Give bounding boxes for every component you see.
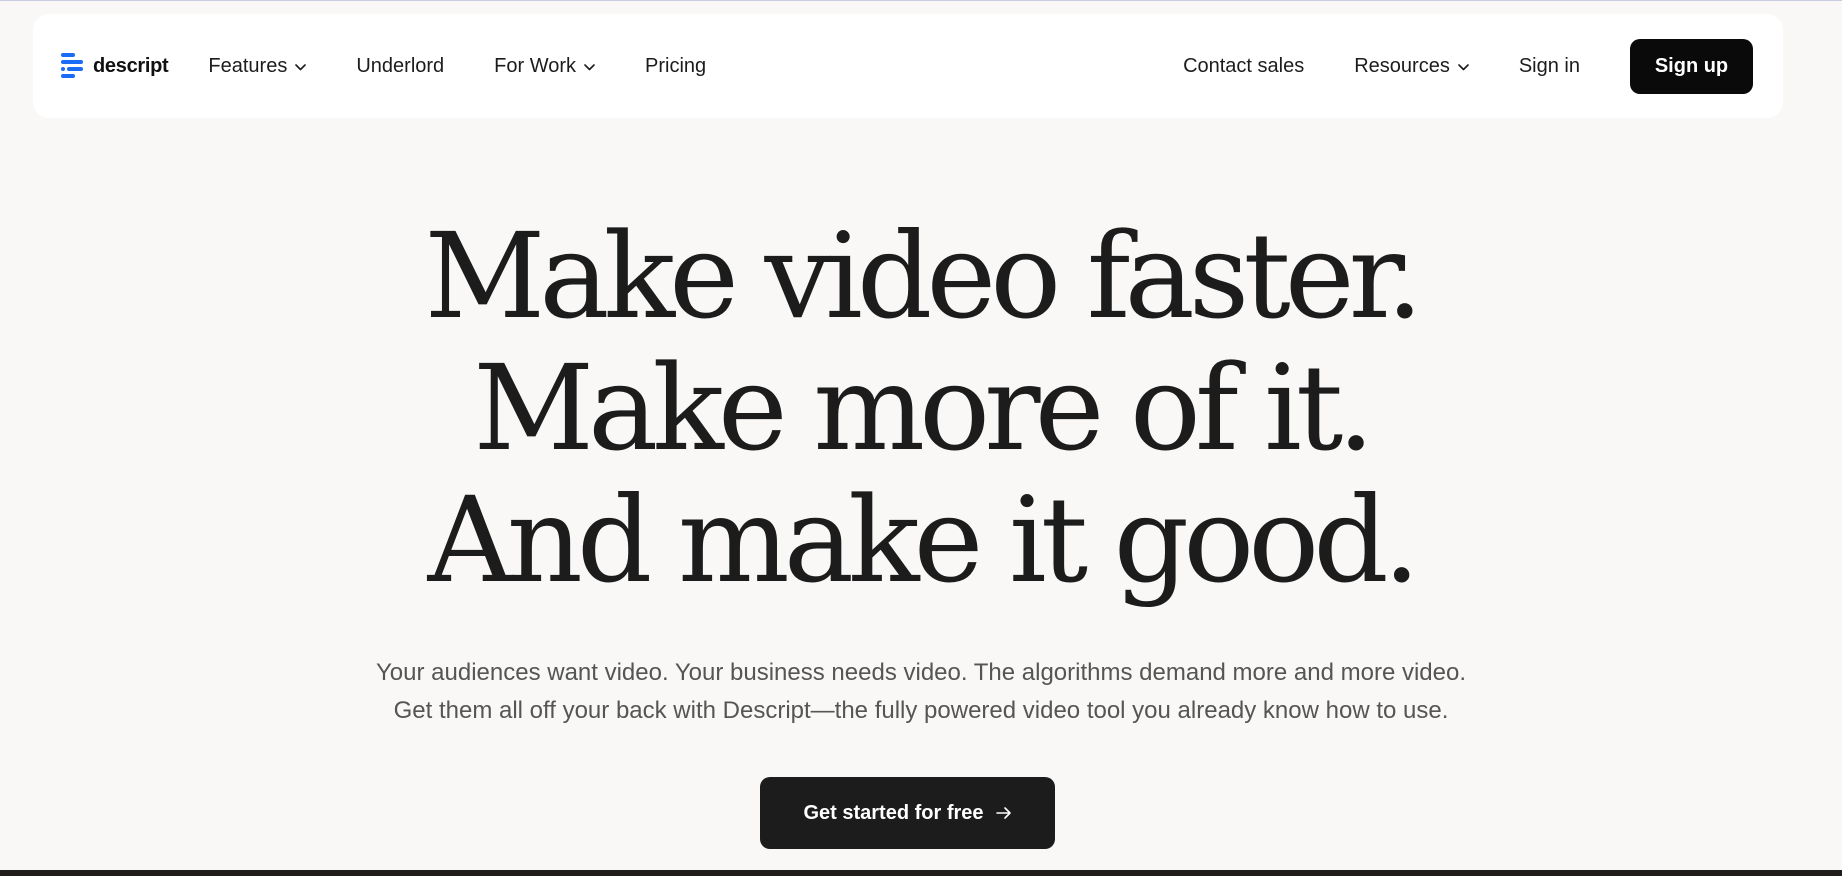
- logo-text: descript: [93, 54, 169, 77]
- arrow-right-icon: [995, 807, 1011, 819]
- get-started-button[interactable]: Get started for free: [760, 777, 1055, 849]
- hero-subheadline: Your audiences want video. Your business…: [0, 654, 1842, 730]
- nav-item-label: Pricing: [645, 54, 707, 77]
- nav-item-contact-sales[interactable]: Contact sales: [1183, 55, 1304, 78]
- hero-section: Make video faster. Make more of it. And …: [0, 210, 1842, 606]
- sign-up-button[interactable]: Sign up: [1630, 38, 1753, 94]
- nav-item-label: Resources: [1354, 54, 1450, 77]
- nav-item-label: Underlord: [356, 54, 445, 77]
- nav-item-label: Contact sales: [1183, 54, 1305, 77]
- nav-item-underlord[interactable]: Underlord: [356, 55, 444, 78]
- hero-headline: Make video faster. Make more of it. And …: [0, 210, 1842, 606]
- nav-item-features[interactable]: Features: [208, 54, 307, 78]
- nav-right-group: Contact sales Resources Sign in Sign up: [1183, 38, 1753, 94]
- nav-item-for-work[interactable]: For Work: [494, 55, 595, 78]
- nav-item-label: Features: [208, 54, 288, 77]
- top-navigation: descript Features Underlord For Work Pri…: [33, 14, 1783, 118]
- descript-logo-icon: [61, 53, 83, 78]
- headline-line-1: Make video faster.: [424, 207, 1423, 345]
- nav-item-label: Sign in: [1518, 54, 1580, 77]
- window-top-border: [0, 0, 1842, 1]
- nav-item-label: For Work: [494, 54, 577, 77]
- subheadline-line-1: Your audiences want video. Your business…: [375, 659, 1467, 686]
- nav-item-pricing[interactable]: Pricing: [645, 55, 706, 78]
- subheadline-line-2: Get them all off your back with Descript…: [393, 697, 1449, 724]
- logo-link[interactable]: descript: [61, 53, 169, 79]
- headline-line-2: Make more of it.: [473, 339, 1375, 477]
- video-preview-edge: [0, 870, 1842, 876]
- nav-left-group: Features Underlord For Work Pricing: [208, 55, 706, 78]
- headline-line-3: And make it good.: [427, 471, 1421, 609]
- chevron-down-icon: [1458, 63, 1469, 70]
- chevron-down-icon: [584, 63, 595, 70]
- cta-label: Get started for free: [803, 801, 984, 824]
- chevron-down-icon: [295, 63, 307, 70]
- nav-item-resources[interactable]: Resources: [1354, 55, 1469, 78]
- nav-item-sign-in[interactable]: Sign in: [1519, 55, 1580, 78]
